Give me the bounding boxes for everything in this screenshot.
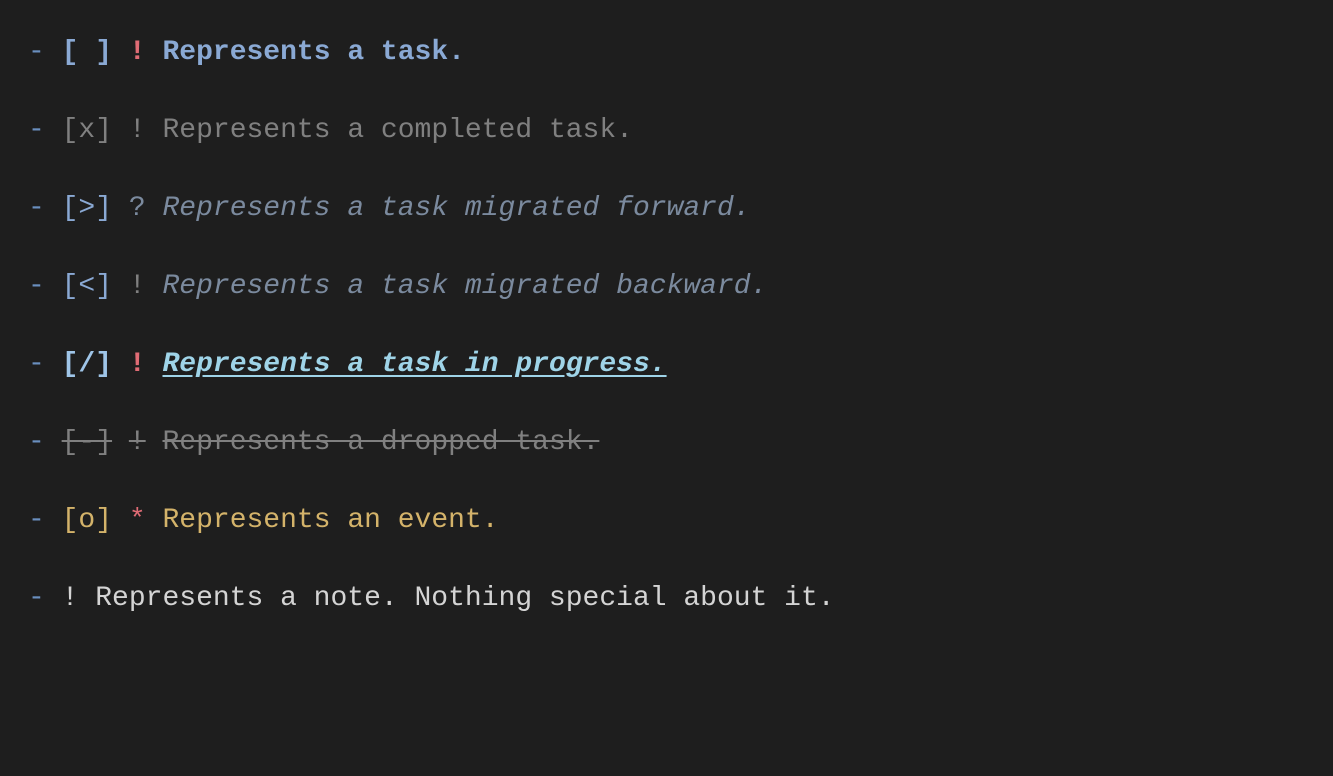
checkbox-open: [ ] xyxy=(62,37,112,68)
task-text: Represents a task in progress. xyxy=(162,349,666,380)
task-line-migrated-backward: - [<] ! Represents a task migrated backw… xyxy=(28,266,1305,308)
task-text: Represents a dropped task. xyxy=(162,427,599,458)
priority-marker: ! xyxy=(129,271,146,302)
checkbox-progress: [/] xyxy=(62,349,112,380)
task-text: Represents a task migrated backward. xyxy=(162,271,767,302)
note-text: Represents a note. Nothing special about… xyxy=(95,583,834,614)
task-line-dropped: - [-] ! Represents a dropped task. xyxy=(28,422,1305,464)
note-marker: ! xyxy=(62,583,79,614)
event-text: Represents an event. xyxy=(162,505,498,536)
star-marker: * xyxy=(129,505,146,536)
list-dash: - xyxy=(28,427,45,458)
list-dash: - xyxy=(28,37,45,68)
priority-marker: ! xyxy=(129,349,146,380)
priority-marker: ! xyxy=(129,37,146,68)
event-line: - [o] * Represents an event. xyxy=(28,500,1305,542)
checkbox-forward: [>] xyxy=(62,193,112,224)
checkbox-event: [o] xyxy=(62,505,112,536)
checkbox-backward: [<] xyxy=(62,271,112,302)
checkbox-completed: [x] xyxy=(62,115,112,146)
task-line-migrated-forward: - [>] ? Represents a task migrated forwa… xyxy=(28,188,1305,230)
task-text: Represents a completed task. xyxy=(162,115,632,146)
question-marker: ? xyxy=(129,193,146,224)
priority-marker: ! xyxy=(129,115,146,146)
list-dash: - xyxy=(28,583,45,614)
list-dash: - xyxy=(28,349,45,380)
list-dash: - xyxy=(28,271,45,302)
task-text: Represents a task migrated forward. xyxy=(162,193,750,224)
list-dash: - xyxy=(28,505,45,536)
task-line-in-progress: - [/] ! Represents a task in progress. xyxy=(28,344,1305,386)
note-line: - ! Represents a note. Nothing special a… xyxy=(28,578,1305,620)
list-dash: - xyxy=(28,193,45,224)
checkbox-dropped: [-] xyxy=(62,427,112,458)
priority-marker: ! xyxy=(129,427,146,458)
task-text: Represents a task. xyxy=(162,37,464,68)
task-line-open: - [ ] ! Represents a task. xyxy=(28,32,1305,74)
task-line-completed: - [x] ! Represents a completed task. xyxy=(28,110,1305,152)
list-dash: - xyxy=(28,115,45,146)
